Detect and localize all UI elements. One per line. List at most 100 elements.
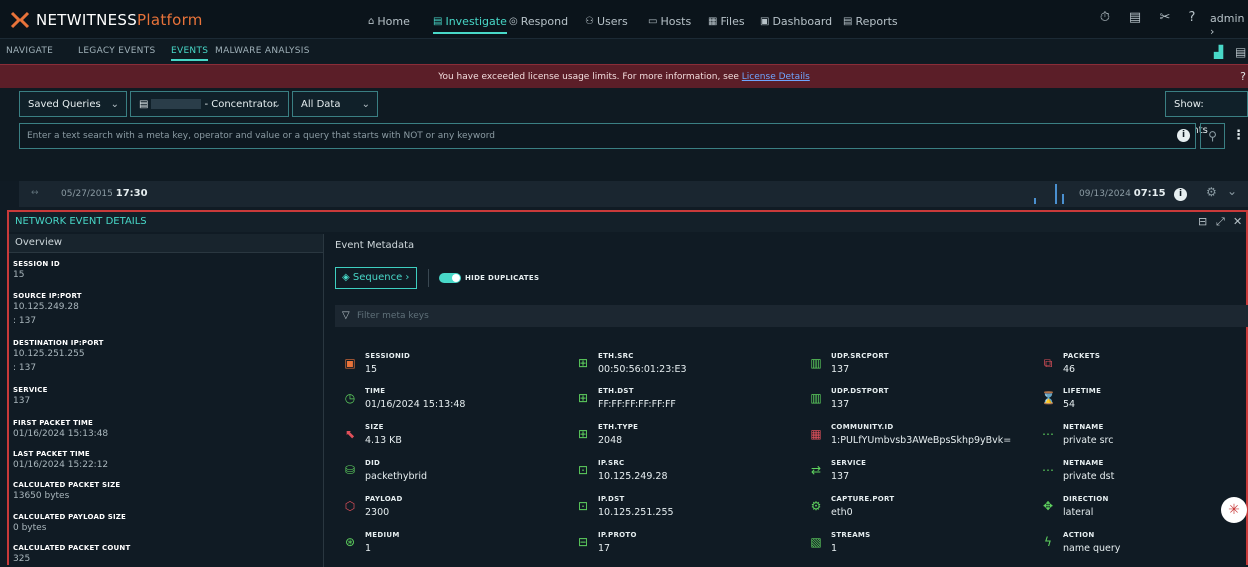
redacted-service-name — [151, 99, 202, 109]
nav-hosts[interactable]: ▭ Hosts — [648, 12, 691, 30]
medium-icon: ⊛ — [344, 535, 356, 549]
popout-icon[interactable]: ⊟ — [1198, 212, 1207, 232]
timeline-start: 05/27/2015 17:30 — [61, 188, 148, 199]
query-bar: Saved Queries ⌄ ▤ - Concentrator ⌄ All Da… — [0, 88, 1248, 181]
investigate-subnav: NAVIGATE LEGACY EVENTS EVENTS MALWARE AN… — [0, 39, 1248, 63]
show-events-dropdown[interactable]: Show: Events — [1165, 91, 1248, 136]
meta-key: MEDIUM — [365, 531, 400, 539]
service-icon: ⇄ — [810, 463, 822, 477]
filter-placeholder: Filter meta keys — [357, 311, 429, 321]
logo-product: Platform — [137, 11, 203, 29]
ov-value-source-port: : 137 — [13, 316, 37, 326]
tools-icon[interactable]: ✂ — [1156, 10, 1174, 28]
nav-users-label: Users — [596, 14, 628, 28]
meta-key: CAPTURE.PORT — [831, 495, 895, 503]
sequence-button[interactable]: ◈ Sequence › — [335, 267, 417, 289]
meta-key: UDP.DSTPORT — [831, 387, 889, 395]
top-navigation-bar: NETWITNESSPlatform ⌂ Home ▤ Investigate ◎ R… — [0, 0, 1248, 39]
hide-duplicates-toggle[interactable] — [439, 273, 461, 283]
session-icon: ▣ — [344, 356, 356, 370]
ov-value-source-ip: 10.125.249.28 — [13, 302, 79, 312]
meta-key: ACTION — [1063, 531, 1095, 539]
nav-investigate[interactable]: ▤ Investigate — [433, 12, 507, 34]
respond-icon: ◎ — [509, 15, 518, 27]
ov-value-destination-port: : 137 — [13, 363, 37, 373]
nav-files[interactable]: ▦ Files — [708, 12, 745, 30]
help-icon[interactable]: ? — [1183, 10, 1201, 28]
timer-icon[interactable]: ⏱ — [1096, 10, 1114, 28]
overview-pane: Overview SESSION ID 15 SOURCE IP:PORT 10… — [9, 234, 324, 567]
meta-key: PAYLOAD — [365, 495, 403, 503]
filter-icon: ▽ — [342, 310, 350, 321]
ethernet-icon: ⊞ — [577, 427, 589, 441]
timeline-bar — [1062, 194, 1064, 204]
tab-malware-analysis[interactable]: MALWARE ANALYSIS — [215, 46, 310, 56]
cube-icon: ⬡ — [344, 499, 356, 513]
search-placeholder: Enter a text search with a meta key, ope… — [27, 131, 496, 141]
database-icon: ▤ — [139, 99, 149, 110]
banner-help-icon[interactable]: ? — [1240, 65, 1246, 89]
ov-label-session-id: SESSION ID — [13, 260, 60, 268]
chart-view-icon[interactable]: ▟ — [1214, 45, 1223, 59]
meta-value: 17 — [598, 543, 611, 554]
layers-icon: ◈ — [342, 272, 350, 283]
settings-icon[interactable]: ⚙ — [1206, 185, 1217, 199]
hide-duplicates-label: HIDE DUPLICATES — [465, 274, 540, 282]
network-graph-fab[interactable]: ✳ — [1221, 497, 1247, 523]
maximize-icon[interactable]: ⤢ — [1216, 212, 1225, 232]
meta-key: PACKETS — [1063, 352, 1101, 360]
netname-icon: ⋯ — [1042, 463, 1054, 477]
udp-icon: ▥ — [810, 391, 822, 405]
nav-dashboard[interactable]: ▣ Dashboard — [760, 12, 832, 30]
ip-icon: ⊡ — [577, 463, 589, 477]
meta-value: eth0 — [831, 507, 853, 518]
network-icon: ✳ — [1228, 502, 1240, 518]
notes-icon[interactable]: ▤ — [1126, 10, 1144, 28]
logo-name: NETWITNESS — [36, 11, 138, 29]
lifetime-icon: ⌛ — [1041, 391, 1056, 405]
filter-meta-keys-input[interactable]: ▽ Filter meta keys — [335, 305, 1248, 327]
expand-icon[interactable]: ↔ — [31, 188, 39, 198]
ethernet-icon: ⊞ — [577, 391, 589, 405]
meta-key: TIME — [365, 387, 386, 395]
service-dropdown[interactable]: ▤ - Concentrator ⌄ — [130, 91, 289, 117]
nav-reports[interactable]: ▤ Reports — [843, 12, 898, 30]
meta-value: 1 — [365, 543, 372, 554]
meta-key: NETNAME — [1063, 423, 1104, 431]
meta-value: 1:PULfYUmbvsb3AWeBpsSkhp9yBvk= — [831, 435, 1012, 446]
size-icon: ⬉ — [344, 427, 356, 441]
users-icon: ⚇ — [585, 15, 594, 27]
community-icon: ▦ — [810, 427, 822, 441]
search-button[interactable]: ⚲ — [1200, 123, 1225, 149]
timeline[interactable]: ↔ 05/27/2015 17:30 09/13/2024 07:15 i ⚙ … — [19, 181, 1248, 207]
license-banner: You have exceeded license usage limits. … — [0, 64, 1248, 90]
udp-icon: ▥ — [810, 356, 822, 370]
data-filter-dropdown[interactable]: All Data ⌄ — [292, 91, 378, 117]
nav-users[interactable]: ⚇ Users — [585, 12, 628, 30]
license-details-link[interactable]: License Details — [742, 72, 810, 82]
end-time: 07:15 — [1133, 188, 1166, 199]
chevron-down-icon[interactable]: ⌄ — [1227, 184, 1237, 198]
user-menu[interactable]: admin › — [1210, 12, 1248, 38]
more-options-icon[interactable]: ⋮ — [1232, 128, 1245, 143]
info-icon[interactable]: i — [1177, 129, 1190, 142]
event-metadata-pane: Event Metadata ◈ Sequence › HIDE DUPLICA… — [325, 234, 1248, 567]
nav-respond[interactable]: ◎ Respond — [509, 12, 568, 30]
close-icon[interactable]: ✕ — [1233, 212, 1242, 232]
tab-navigate[interactable]: NAVIGATE — [6, 46, 53, 56]
meta-key: STREAMS — [831, 531, 871, 539]
meta-value: 1 — [831, 543, 838, 554]
tab-events[interactable]: EVENTS — [171, 46, 209, 61]
netwitness-logo[interactable]: NETWITNESSPlatform — [10, 10, 203, 30]
list-view-icon[interactable]: ▤ — [1235, 45, 1246, 59]
meta-key: IP.SRC — [598, 459, 625, 467]
chevron-down-icon: ⌄ — [361, 99, 370, 110]
saved-queries-dropdown[interactable]: Saved Queries ⌄ — [19, 91, 127, 117]
tab-legacy-events[interactable]: LEGACY EVENTS — [78, 46, 156, 56]
search-input[interactable]: Enter a text search with a meta key, ope… — [19, 123, 1196, 149]
ip-proto-icon: ⊟ — [577, 535, 589, 549]
timeline-info-icon[interactable]: i — [1174, 188, 1187, 201]
ov-label-payload-size: CALCULATED PAYLOAD SIZE — [13, 513, 127, 521]
nav-home[interactable]: ⌂ Home — [368, 12, 410, 30]
dashboard-icon: ▣ — [760, 15, 770, 27]
